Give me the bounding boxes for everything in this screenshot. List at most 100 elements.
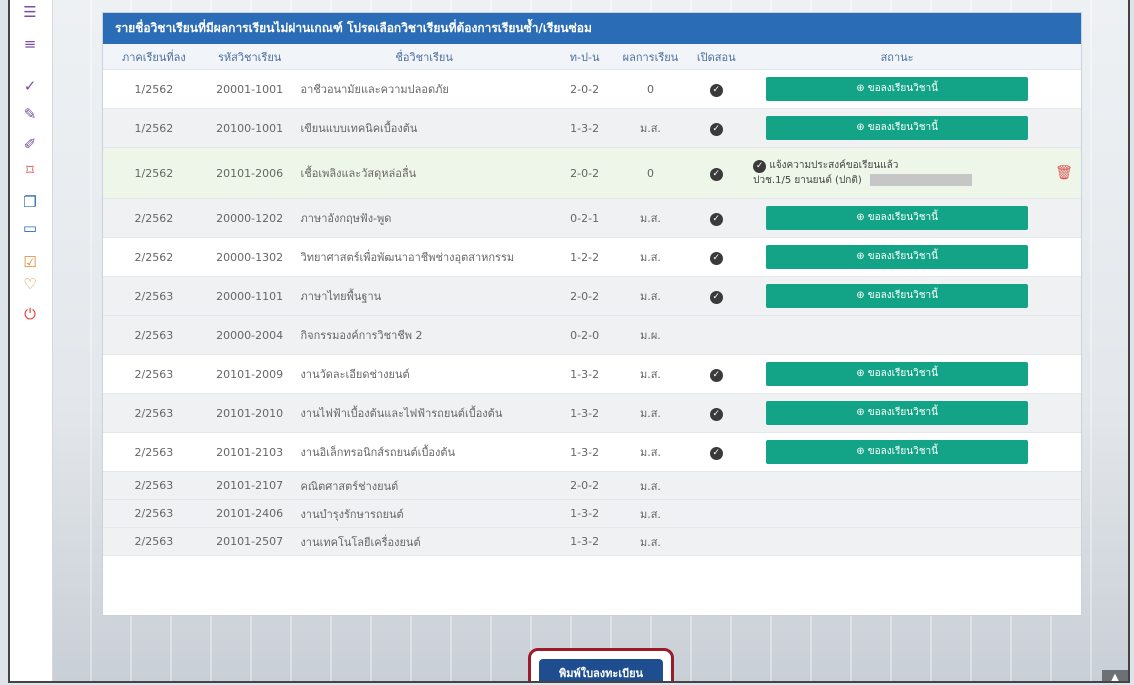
edit-icon[interactable]: ✐: [20, 134, 40, 154]
table-row: 2/2563 20000-1101 ภาษาไทยพื้นฐาน 2-0-2 ม.ส. ✓…: [103, 276, 1081, 316]
request-enroll-button[interactable]: ⊕ ขอลงเรียนวิชานี้: [766, 284, 1029, 308]
request-enroll-button[interactable]: ⊕ ขอลงเรียนวิชานี้: [766, 206, 1029, 230]
tpn-cell: 1-3-2: [553, 432, 616, 472]
list-icon[interactable]: ≡: [20, 34, 40, 54]
check-circle-icon: ✓: [709, 446, 723, 460]
course-name-cell: งานบำรุงรักษารถยนต์: [294, 499, 554, 528]
table-row: 2/2563 20101-2107 คณิตศาสตร์ช่างยนต์ 2-0-2 ม…: [103, 471, 1081, 500]
col-actions: [1047, 44, 1081, 70]
pencil-icon[interactable]: ✎: [20, 104, 40, 124]
grade-cell: ม.ส.: [615, 471, 686, 500]
request-enroll-button[interactable]: ⊕ ขอลงเรียนวิชานี้: [766, 77, 1029, 101]
col-grade: ผลการเรียน: [615, 44, 686, 70]
class-group-text: ปวช.1/5 ยานยนต์ (ปกติ): [753, 175, 862, 186]
term-cell: 1/2562: [103, 147, 205, 199]
open-cell: ✓: [685, 147, 748, 199]
grade-cell: ม.ส.: [615, 393, 686, 433]
open-cell: ✓: [685, 432, 748, 472]
request-enroll-button[interactable]: ⊕ ขอลงเรียนวิชานี้: [766, 362, 1029, 386]
trash-icon[interactable]: 🗑: [1055, 165, 1073, 181]
grade-cell: ม.ส.: [615, 237, 686, 277]
check-circle-icon: ✓: [753, 160, 767, 173]
open-cell: [685, 527, 748, 556]
request-enroll-button[interactable]: ⊕ ขอลงเรียนวิชานี้: [766, 245, 1029, 269]
open-cell: [685, 471, 748, 500]
code-cell: 20000-1202: [204, 198, 295, 238]
table-row: 2/2563 20101-2103 งานอิเล็กทรอนิกส์รถยนต์เ…: [103, 432, 1081, 472]
term-cell: 2/2563: [103, 276, 205, 316]
course-name-cell: งานวัดละเอียดช่างยนต์: [294, 354, 554, 394]
course-name-cell: คณิตศาสตร์ช่างยนต์: [294, 471, 554, 500]
check-circle-icon: ✓: [709, 122, 723, 136]
term-cell: 2/2562: [103, 198, 205, 238]
term-cell: 2/2563: [103, 471, 205, 500]
grade-cell: ม.ผ.: [615, 315, 686, 355]
print-registration-button[interactable]: พิมพ์ใบลงทะเบียน: [539, 659, 663, 681]
card-icon[interactable]: ▭: [20, 218, 40, 238]
term-cell: 2/2563: [103, 499, 205, 528]
bookmark-icon[interactable]: ⌑: [20, 160, 40, 180]
code-cell: 20101-2107: [204, 471, 295, 500]
status-cell: ⊕ ขอลงเรียนวิชานี้: [747, 198, 1048, 238]
failed-courses-panel: รายชื่อวิชาเรียนที่มีผลการเรียนไม่ผ่านเก…: [102, 12, 1082, 616]
table-row: 2/2563 20101-2406 งานบำรุงรักษารถยนต์ 1-3-2…: [103, 499, 1081, 528]
status-cell: ⊕ ขอลงเรียนวิชานี้: [747, 393, 1048, 433]
grade-cell: ม.ส.: [615, 198, 686, 238]
code-cell: 20101-2006: [204, 147, 295, 199]
tpn-cell: 1-3-2: [553, 354, 616, 394]
panel-title: รายชื่อวิชาเรียนที่มีผลการเรียนไม่ผ่านเก…: [103, 13, 1081, 44]
status-cell: ⊕ ขอลงเรียนวิชานี้: [747, 276, 1048, 316]
status-cell: ⊕ ขอลงเรียนวิชานี้: [747, 237, 1048, 277]
course-name-cell: ภาษาอังกฤษฟัง-พูด: [294, 198, 554, 238]
tpn-cell: 1-3-2: [553, 108, 616, 148]
request-enroll-label: ขอลงเรียนวิชานี้: [867, 212, 938, 223]
term-cell: 1/2562: [103, 108, 205, 148]
courses-table: ภาคเรียนที่ลง รหัสวิชาเรียน ชื่อวิชาเรีย…: [103, 44, 1081, 556]
request-enroll-label: ขอลงเรียนวิชานี้: [867, 407, 938, 418]
table-header-row: ภาคเรียนที่ลง รหัสวิชาเรียน ชื่อวิชาเรีย…: [103, 44, 1081, 70]
tpn-cell: 2-0-2: [553, 471, 616, 500]
grade-cell: ม.ส.: [615, 276, 686, 316]
course-name-cell: ภาษาไทยพื้นฐาน: [294, 276, 554, 316]
col-name: ชื่อวิชาเรียน: [294, 44, 554, 70]
code-cell: 20000-1302: [204, 237, 295, 277]
request-enroll-label: ขอลงเรียนวิชานี้: [867, 122, 938, 133]
request-enroll-label: ขอลงเรียนวิชานี้: [867, 290, 938, 301]
code-cell: 20101-2507: [204, 527, 295, 556]
heart-icon[interactable]: ♡: [20, 274, 40, 294]
check-circle-icon: ✓: [709, 212, 723, 226]
open-cell: ✓: [685, 354, 748, 394]
code-cell: 20101-2103: [204, 432, 295, 472]
tpn-cell: 2-0-2: [553, 147, 616, 199]
status-cell: ⊕ ขอลงเรียนวิชานี้: [747, 108, 1048, 148]
copy-icon[interactable]: ❐: [20, 192, 40, 212]
checkbox-icon[interactable]: ☑: [20, 252, 40, 272]
request-enroll-button[interactable]: ⊕ ขอลงเรียนวิชานี้: [766, 116, 1029, 140]
check-circle-icon: ✓: [709, 83, 723, 97]
status-cell: [747, 499, 1048, 528]
status-cell: ⊕ ขอลงเรียนวิชานี้: [747, 354, 1048, 394]
course-name-cell: วิทยาศาสตร์เพื่อพัฒนาอาชีพช่างอุตสาหกรรม: [294, 237, 554, 277]
status-cell: [747, 315, 1048, 355]
check-circle-icon: ✓: [709, 290, 723, 304]
scroll-up-icon[interactable]: ▲: [1102, 670, 1128, 681]
check-circle-icon: ✓: [709, 251, 723, 265]
menu-icon[interactable]: ☰: [20, 2, 40, 22]
power-icon[interactable]: ⏻: [20, 304, 40, 324]
check-circle-icon: ✓: [709, 368, 723, 382]
request-enroll-button[interactable]: ⊕ ขอลงเรียนวิชานี้: [766, 440, 1029, 464]
open-cell: [685, 499, 748, 528]
status-cell: ⊕ ขอลงเรียนวิชานี้: [747, 432, 1048, 472]
status-cell: ✓ แจ้งความประสงค์ขอเรียนแล้ว ปวช.1/5 ยานย…: [747, 147, 1048, 199]
sidebar: ☰ ≡ ✓ ✎ ✐ ⌑ ❐ ▭ ☑ ♡ ⏻: [10, 0, 53, 681]
table-row: 2/2563 20000-2004 กิจกรรมองค์การวิชาชีพ 20…: [103, 315, 1081, 355]
request-enroll-button[interactable]: ⊕ ขอลงเรียนวิชานี้: [766, 401, 1029, 425]
check-icon[interactable]: ✓: [20, 76, 40, 96]
grade-cell: 0: [615, 69, 686, 109]
app-frame: ☰ ≡ ✓ ✎ ✐ ⌑ ❐ ▭ ☑ ♡ ⏻ รายชื่อวิชาเรียนที…: [8, 0, 1130, 683]
course-name-cell: งานอิเล็กทรอนิกส์รถยนต์เบื้องต้น: [294, 432, 554, 472]
code-cell: 20100-1001: [204, 108, 295, 148]
course-name-cell: งานไฟฟ้าเบื้องต้นและไฟฟ้ารถยนต์เบื้องต้น: [294, 393, 554, 433]
code-cell: 20001-1001: [204, 69, 295, 109]
code-cell: 20000-2004: [204, 315, 295, 355]
